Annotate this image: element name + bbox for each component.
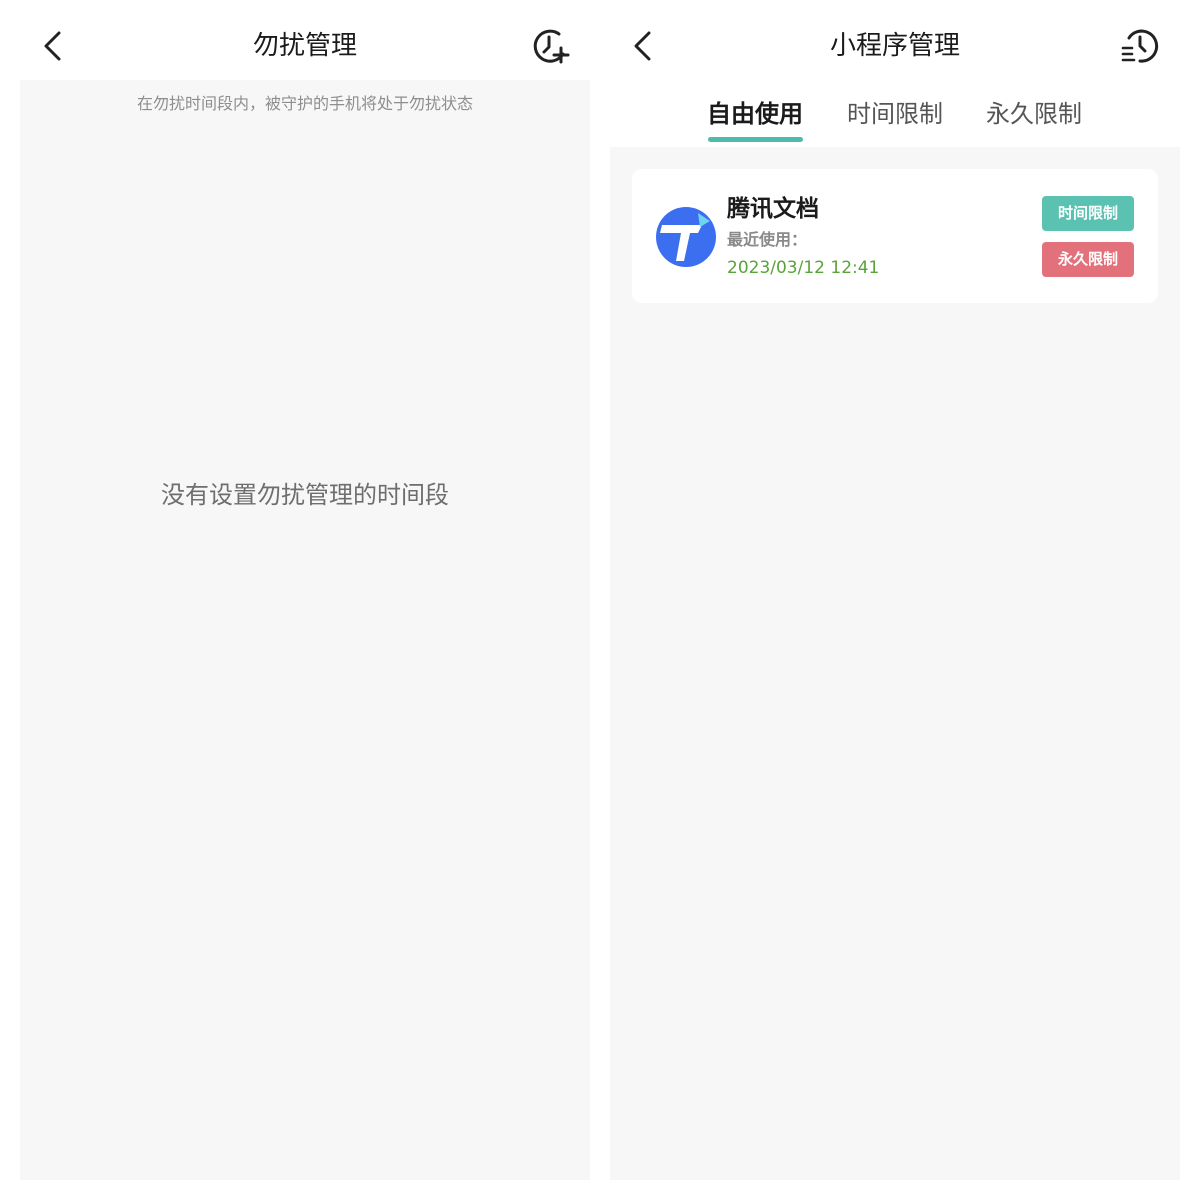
app-name: 腾讯文档 — [727, 196, 819, 222]
last-used-label: 最近使用： — [727, 230, 808, 249]
top-bar: 勿扰管理 — [20, 0, 590, 80]
page-title: 小程序管理 — [829, 31, 960, 61]
dnd-hint-text: 在勿扰时间段内，被守护的手机将处于勿扰状态 — [136, 94, 473, 113]
tencent-docs-icon — [656, 207, 716, 267]
tab-free-use[interactable]: 自由使用 — [700, 94, 810, 134]
content-area: 腾讯文档 最近使用： 2023/03/12 12:41 时间限制 永久限制 — [610, 147, 1180, 1180]
top-bar: 小程序管理 — [610, 0, 1180, 80]
content-area: 在勿扰时间段内，被守护的手机将处于勿扰状态 没有设置勿扰管理的时间段 — [20, 80, 590, 1180]
history-button[interactable] — [1120, 26, 1160, 66]
active-tab-indicator — [708, 137, 803, 142]
page-title: 勿扰管理 — [252, 31, 357, 61]
time-limit-button[interactable]: 时间限制 — [1042, 196, 1134, 231]
clock-add-icon — [533, 29, 570, 64]
history-icon — [1121, 29, 1159, 63]
mini-program-management-screen: 小程序管理 自由使用 时间限制 永久限制 腾讯文档 最近使用： 2023/03/… — [610, 0, 1180, 1180]
permanent-limit-button[interactable]: 永久限制 — [1042, 242, 1134, 277]
app-icon — [654, 205, 718, 269]
filter-tabs: 自由使用 时间限制 永久限制 — [610, 80, 1180, 147]
dnd-management-screen: 勿扰管理 在勿扰时间段内，被守护的手机将处于勿扰状态 没有设置勿扰管理的时间段 — [20, 0, 590, 1180]
empty-state-message: 没有设置勿扰管理的时间段 — [161, 481, 449, 509]
last-used-time: 2023/03/12 12:41 — [727, 258, 880, 278]
tab-time-limit[interactable]: 时间限制 — [840, 94, 950, 134]
tab-permanent-limit[interactable]: 永久限制 — [979, 94, 1089, 134]
add-time-slot-button[interactable] — [530, 26, 570, 66]
mini-program-card: 腾讯文档 最近使用： 2023/03/12 12:41 时间限制 永久限制 — [632, 169, 1158, 303]
